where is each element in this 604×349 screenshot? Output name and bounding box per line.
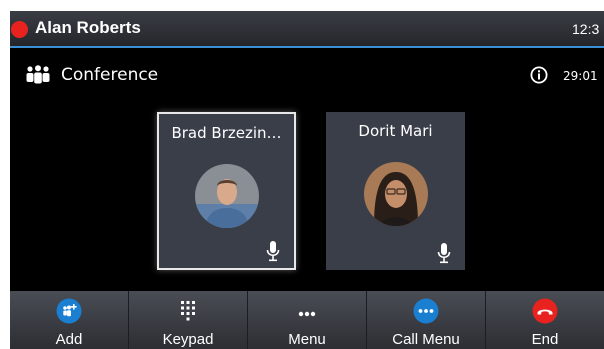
- participant-name: Brad Brzezin…: [171, 124, 282, 142]
- end-softkey[interactable]: End: [486, 291, 604, 349]
- softkey-label: End: [531, 331, 559, 348]
- participant-avatar: [194, 164, 259, 228]
- softkey-label: Call Menu: [392, 331, 460, 348]
- call-menu-softkey[interactable]: Call Menu: [367, 291, 486, 349]
- microphone-icon: [437, 243, 451, 264]
- keypad-icon: [181, 301, 195, 321]
- status-bar: Alan Roberts 12:3: [10, 11, 604, 48]
- conference-title: Conference: [61, 65, 159, 85]
- call-duration: 29:01: [563, 69, 598, 83]
- presence-status-icon: [11, 21, 28, 38]
- softkey-label: Keypad: [162, 331, 214, 348]
- participant-name: Dorit Mari: [358, 122, 433, 140]
- participant-avatar: [363, 162, 428, 226]
- end-call-icon: [532, 298, 558, 324]
- call-menu-icon: [413, 298, 439, 324]
- menu-dots-icon: [298, 311, 316, 317]
- softkey-bar: Add Keypad Menu Call Menu End: [10, 291, 604, 349]
- phone-screen: Alan Roberts 12:3 Conference 29:01 Brad …: [10, 11, 604, 349]
- conference-icon: [26, 65, 50, 84]
- menu-softkey[interactable]: Menu: [248, 291, 367, 349]
- keypad-softkey[interactable]: Keypad: [129, 291, 248, 349]
- info-icon[interactable]: [530, 66, 548, 84]
- microphone-icon: [266, 241, 280, 262]
- add-softkey[interactable]: Add: [10, 291, 129, 349]
- softkey-label: Menu: [288, 331, 326, 348]
- add-participant-icon: [56, 298, 82, 324]
- line-user-name: Alan Roberts: [35, 18, 141, 37]
- participant-tile[interactable]: Brad Brzezin…: [157, 112, 296, 270]
- participant-tile[interactable]: Dorit Mari: [326, 112, 465, 270]
- clock: 12:3: [572, 21, 600, 37]
- softkey-label: Add: [55, 331, 83, 348]
